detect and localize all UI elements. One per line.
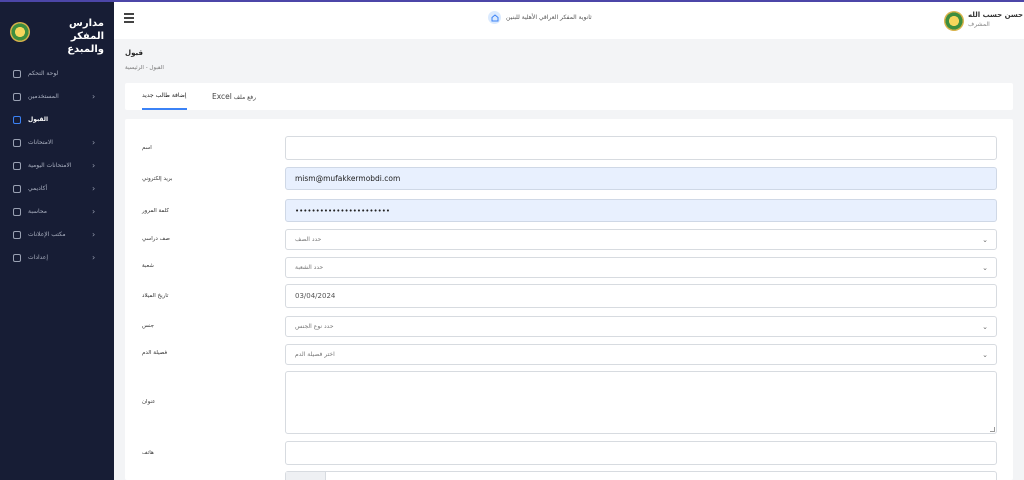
user-plus-icon — [13, 115, 21, 124]
sidebar-nav: لوحة التحكم المستخدمين › القبول الامتحان… — [0, 62, 114, 269]
section-select[interactable]: حدد الشعبة ⌄ — [285, 257, 997, 278]
tab-label: رفع ملف — [233, 94, 257, 101]
birthdate-input[interactable]: 03/04/2024 — [285, 284, 997, 308]
password-field[interactable]: ••••••••••••••••••••••• — [285, 199, 997, 222]
section-label: شعبة — [142, 263, 154, 269]
users-icon — [13, 92, 21, 101]
gear-icon — [13, 253, 21, 262]
gender-label: جنس — [142, 323, 155, 329]
dashboard-icon — [13, 69, 21, 78]
sidebar-item-daily-exams[interactable]: الامتحانات اليومية › — [0, 154, 114, 177]
sidebar-item-label: لوحة التحكم — [28, 70, 59, 77]
sidebar-item-label: إعدادات — [28, 254, 49, 261]
email-field[interactable]: mism@mufakkermobdi.com — [285, 167, 997, 190]
phone-input[interactable] — [285, 441, 997, 465]
password-label: كلمة المرور — [142, 208, 170, 214]
briefcase-icon — [13, 230, 21, 239]
address-label: عنوان — [142, 399, 156, 405]
sidebar-item-exams[interactable]: الامتحانات › — [0, 131, 114, 154]
chevron-right-icon: › — [92, 92, 96, 101]
tab-upload-excel[interactable]: Excel رفع ملف — [212, 92, 256, 101]
avatar[interactable] — [944, 11, 964, 31]
school-building-icon — [488, 11, 501, 24]
phone-label: هاتف — [142, 450, 154, 456]
sidebar-item-label: أكاديمي — [28, 185, 48, 192]
chevron-right-icon: › — [92, 184, 96, 193]
blood-type-placeholder: اختر فصيلة الدم — [295, 351, 335, 358]
chevron-right-icon: › — [92, 207, 96, 216]
school-logo — [10, 22, 30, 42]
sidebar-item-admission[interactable]: القبول — [0, 108, 114, 131]
input-prefix — [286, 472, 326, 480]
sidebar-item-academic[interactable]: أكاديمي › — [0, 177, 114, 200]
tab-label-excel: Excel — [212, 92, 232, 101]
sidebar-item-label: الامتحانات — [28, 139, 53, 146]
resize-handle-icon[interactable] — [990, 427, 995, 432]
sidebar-item-settings[interactable]: إعدادات › — [0, 246, 114, 269]
chevron-right-icon: › — [92, 253, 96, 262]
extra-input[interactable] — [285, 471, 997, 480]
blood-type-label: فصيلة الدم — [142, 350, 168, 356]
sidebar-item-dashboard[interactable]: لوحة التحكم — [0, 62, 114, 85]
tab-label: إضافة طالب جديد — [142, 92, 187, 99]
chevron-down-icon: ⌄ — [982, 350, 988, 359]
sidebar-item-label: المستخدمين — [28, 93, 59, 100]
chevron-down-icon: ⌄ — [982, 235, 988, 244]
tabs-card: إضافة طالب جديد Excel رفع ملف — [125, 83, 1013, 110]
sidebar-item-announcements[interactable]: مكتب الإعلانات › — [0, 223, 114, 246]
name-input[interactable] — [285, 136, 997, 160]
hamburger-menu-icon[interactable] — [124, 13, 134, 23]
blood-type-select[interactable]: اختر فصيلة الدم ⌄ — [285, 344, 997, 365]
student-form: اسم بريد إلكتروني mism@mufakkermobdi.com… — [125, 119, 1013, 480]
user-name: حسن حسب الله — [968, 11, 1024, 19]
school-name: ثانوية المفكر العراقي الأهلية للبنين — [506, 14, 592, 21]
user-role: المشرف — [968, 21, 990, 28]
sidebar-item-accounting[interactable]: محاسبة › — [0, 200, 114, 223]
sidebar-item-label: محاسبة — [28, 208, 47, 215]
school-selector[interactable]: ثانوية المفكر العراقي الأهلية للبنين — [488, 11, 592, 24]
accounting-icon — [13, 207, 21, 216]
name-label: اسم — [142, 145, 152, 151]
section-placeholder: حدد الشعبة — [295, 264, 324, 271]
chevron-right-icon: › — [92, 161, 96, 170]
daily-exam-icon — [13, 161, 21, 170]
gender-placeholder: حدد نوع الجنس — [295, 323, 334, 330]
address-textarea[interactable] — [285, 371, 997, 434]
tab-add-student[interactable]: إضافة طالب جديد — [142, 92, 187, 110]
chevron-down-icon: ⌄ — [982, 263, 988, 272]
class-label: صف دراسي — [142, 236, 170, 242]
class-placeholder: حدد الصف — [295, 236, 322, 243]
sidebar: مدارس المفكر والمبدع لوحة التحكم المستخد… — [0, 2, 114, 480]
class-select[interactable]: حدد الصف ⌄ — [285, 229, 997, 250]
exam-icon — [13, 138, 21, 147]
breadcrumb: القبول - الرئيسية — [125, 65, 164, 71]
academic-icon — [13, 184, 21, 193]
chevron-right-icon: › — [92, 138, 96, 147]
email-label: بريد إلكتروني — [142, 176, 173, 182]
sidebar-item-users[interactable]: المستخدمين › — [0, 85, 114, 108]
page-title: قبول — [125, 49, 143, 57]
chevron-right-icon: › — [92, 230, 96, 239]
sidebar-item-label: القبول — [28, 116, 49, 123]
brand-title: مدارس المفكر والمبدع — [67, 18, 104, 55]
chevron-down-icon: ⌄ — [982, 322, 988, 331]
sidebar-item-label: مكتب الإعلانات — [28, 231, 66, 238]
sidebar-item-label: الامتحانات اليومية — [28, 162, 72, 169]
birthdate-label: تاريخ الميلاد — [142, 293, 169, 299]
gender-select[interactable]: حدد نوع الجنس ⌄ — [285, 316, 997, 337]
